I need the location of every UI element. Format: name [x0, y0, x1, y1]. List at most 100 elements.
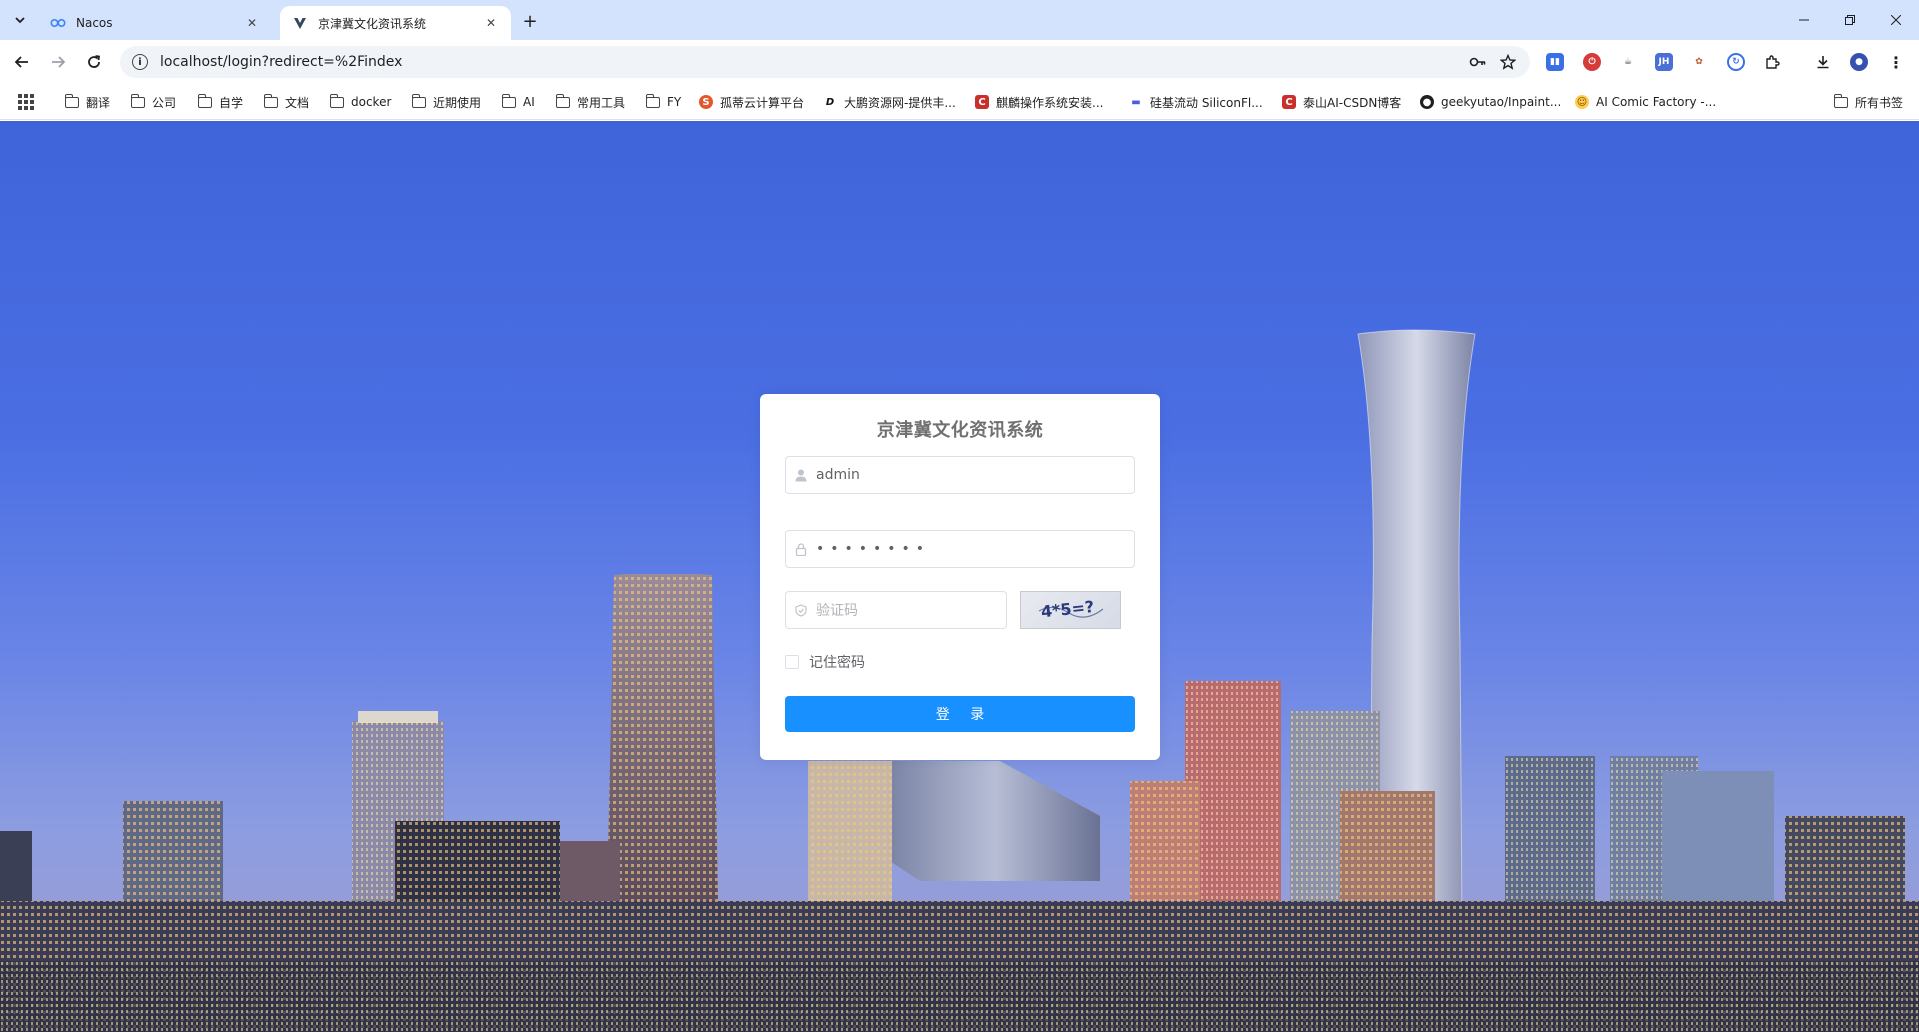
star-icon[interactable]: [1498, 52, 1518, 72]
captcha-text: 4*5=?: [1040, 597, 1095, 621]
extension-chart-icon[interactable]: ▮▮: [1546, 53, 1564, 71]
lock-icon: [786, 542, 816, 556]
bookmark-label: 麒麟操作系统安装...: [996, 95, 1104, 110]
user-icon: [786, 468, 816, 482]
bookmark-label: 孤蒂云计算平台: [720, 95, 805, 110]
github-icon: ●: [1420, 95, 1434, 109]
bookmark-label: AI: [523, 95, 535, 109]
folder-icon: [645, 93, 660, 108]
bookmark-label: 文档: [285, 95, 310, 110]
login-card: 京津冀文化资讯系统 admin •••••••• 验证码 4*5=? 记住密码 …: [760, 394, 1160, 760]
bookmark-label: 近期使用: [433, 95, 482, 110]
bookmark-folder[interactable]: 近期使用: [411, 92, 481, 112]
bookmark-label: 公司: [152, 95, 177, 110]
menu-kebab-icon[interactable]: ⋮: [1887, 53, 1905, 72]
captcha-placeholder: 验证码: [816, 603, 858, 619]
minimize-button[interactable]: [1781, 0, 1827, 40]
bookmark-link[interactable]: D 大鹏资源网-提供丰...: [822, 92, 956, 112]
vite-icon: [292, 15, 308, 31]
password-field[interactable]: ••••••••: [785, 530, 1135, 568]
folder-icon: [263, 93, 278, 108]
folder-icon: [197, 93, 212, 108]
profile-avatar-icon[interactable]: ●: [1850, 53, 1868, 71]
bookmark-link[interactable]: C 泰山AI-CSDN博客: [1281, 92, 1401, 112]
bookmark-label: 常用工具: [577, 95, 626, 110]
tab-nacos[interactable]: Nacos ✕: [38, 6, 272, 40]
minimize-icon: [1799, 19, 1809, 21]
arrow-left-icon: [14, 56, 28, 68]
new-tab-button[interactable]: +: [518, 9, 542, 33]
bookmark-link[interactable]: ▬ 硅基流动 SiliconFl...: [1128, 92, 1263, 112]
browser-toolbar: i localhost/login?redirect=%2Findex ▮▮ ⏻…: [0, 40, 1919, 84]
login-title: 京津冀文化资讯系统: [876, 420, 1044, 441]
chevron-down-icon: [15, 17, 25, 24]
address-bar[interactable]: i localhost/login?redirect=%2Findex: [120, 46, 1530, 78]
cloud-logo-icon: S: [699, 95, 713, 109]
bookmark-link[interactable]: ● geekyutao/Inpaint...: [1419, 92, 1561, 112]
all-bookmarks-folder[interactable]: 所有书签: [1833, 92, 1903, 112]
folder-icon: [501, 93, 516, 108]
hf-icon: ☺: [1575, 95, 1589, 109]
bookmark-folder[interactable]: 文档: [263, 92, 309, 112]
folder-icon: [411, 93, 426, 108]
bookmark-link[interactable]: C 麒麟操作系统安装...: [974, 92, 1103, 112]
extension-power-icon[interactable]: ⏻: [1583, 53, 1601, 71]
bookmark-folder[interactable]: AI: [501, 92, 535, 112]
close-tab-icon[interactable]: ✕: [483, 15, 499, 31]
bookmark-label: FY: [667, 95, 682, 109]
nacos-icon: [50, 15, 66, 31]
url-text[interactable]: localhost/login?redirect=%2Findex: [160, 54, 402, 70]
csdn-icon: C: [975, 95, 989, 109]
tab-title: Nacos: [76, 16, 113, 30]
username-value[interactable]: admin: [816, 467, 860, 483]
captcha-image[interactable]: 4*5=?: [1020, 591, 1121, 629]
download-icon[interactable]: [1814, 53, 1832, 71]
bookmark-folder[interactable]: 公司: [130, 92, 176, 112]
bookmark-folder[interactable]: FY: [645, 92, 681, 112]
extension-cup-icon[interactable]: ☕: [1619, 53, 1637, 71]
bookmark-label: 硅基流动 SiliconFl...: [1150, 95, 1263, 110]
bookmark-folder[interactable]: docker: [329, 92, 391, 112]
login-page: 京津冀文化资讯系统 admin •••••••• 验证码 4*5=? 记住密码 …: [0, 121, 1919, 1032]
tab-current[interactable]: 京津冀文化资讯系统 ✕: [280, 6, 511, 40]
forward-button[interactable]: [44, 48, 72, 76]
reload-icon: [88, 55, 101, 68]
folder-icon: [64, 93, 79, 108]
extension-jh-icon[interactable]: JH: [1655, 53, 1673, 71]
reload-button[interactable]: [80, 48, 108, 76]
tab-strip: Nacos ✕ 京津冀文化资讯系统 ✕ +: [0, 0, 1919, 40]
apps-grid-icon[interactable]: [18, 94, 34, 110]
restore-button[interactable]: [1827, 0, 1873, 40]
password-value[interactable]: ••••••••: [816, 541, 930, 557]
bookmark-link[interactable]: S 孤蒂云计算平台: [698, 92, 804, 112]
extension-paw-icon[interactable]: ✿: [1690, 53, 1708, 71]
folder-icon: [1833, 93, 1848, 108]
extension-sync-icon[interactable]: ↻: [1727, 53, 1745, 71]
restore-icon: [1845, 15, 1855, 25]
close-tab-icon[interactable]: ✕: [244, 15, 260, 31]
remember-checkbox[interactable]: [785, 655, 799, 669]
extensions-puzzle-icon[interactable]: [1763, 53, 1781, 71]
site-info-icon[interactable]: i: [132, 54, 148, 70]
tab-search-button[interactable]: [8, 8, 32, 32]
bookmark-label: geekyutao/Inpaint...: [1441, 95, 1562, 109]
bookmark-link[interactable]: ☺ AI Comic Factory -...: [1574, 92, 1716, 112]
captcha-graphic: 4*5=?: [1038, 597, 1103, 621]
password-key-icon[interactable]: [1468, 52, 1488, 72]
back-button[interactable]: [8, 48, 36, 76]
folder-icon: [329, 93, 344, 108]
bookmark-folder[interactable]: 翻译: [64, 92, 110, 112]
bookmark-folder[interactable]: 自学: [197, 92, 243, 112]
bookmark-label: docker: [351, 95, 392, 109]
csdn-icon: C: [1282, 95, 1296, 109]
captcha-field[interactable]: 验证码: [785, 591, 1007, 629]
bookmark-label: 大鹏资源网-提供丰...: [844, 95, 956, 110]
bookmark-label: 所有书签: [1855, 95, 1904, 110]
close-window-button[interactable]: [1873, 0, 1919, 40]
close-icon: [1891, 15, 1901, 25]
remember-me[interactable]: 记住密码: [785, 652, 865, 672]
d-logo-icon: D: [823, 95, 837, 109]
login-button[interactable]: 登 录: [785, 696, 1135, 732]
bookmark-folder[interactable]: 常用工具: [555, 92, 625, 112]
username-field[interactable]: admin: [785, 456, 1135, 494]
